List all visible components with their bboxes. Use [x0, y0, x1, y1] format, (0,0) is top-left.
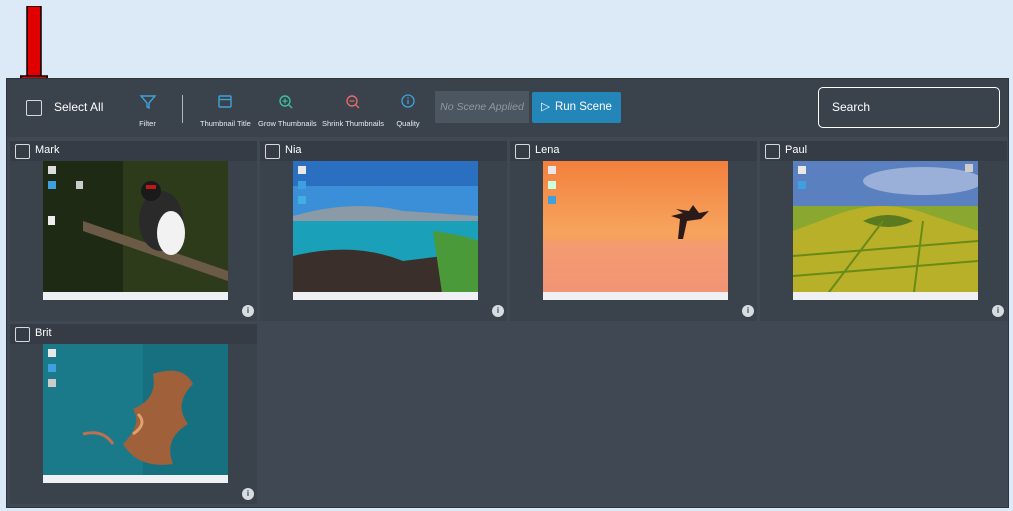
grow-thumbnails-label: Grow Thumbnails	[258, 119, 317, 128]
taskbar	[293, 292, 478, 300]
run-scene-button[interactable]: ▷ Run Scene	[532, 92, 621, 123]
select-all-checkbox[interactable]	[26, 100, 42, 116]
quality-button[interactable]: Quality	[396, 93, 420, 128]
run-scene-label: Run Scene	[554, 101, 612, 113]
taskbar	[43, 475, 228, 483]
shrink-thumbnails-button[interactable]: Shrink Thumbnails	[322, 93, 384, 128]
session-card[interactable]: Lena i	[510, 141, 757, 321]
card-info-icon[interactable]: i	[242, 488, 254, 500]
card-info-icon[interactable]: i	[242, 305, 254, 317]
shrink-thumbnails-label: Shrink Thumbnails	[322, 119, 384, 128]
desktop-thumbnail[interactable]	[543, 161, 728, 300]
card-name: Paul	[785, 144, 808, 156]
card-name: Brit	[35, 327, 52, 339]
toolbar: Select All Filter Thumbnail Title Grow T…	[7, 79, 1008, 137]
quality-label: Quality	[396, 119, 420, 128]
session-card[interactable]: Mark i	[10, 141, 257, 321]
card-info-icon[interactable]: i	[992, 305, 1004, 317]
session-card[interactable]: Nia i	[260, 141, 507, 321]
play-icon: ▷	[541, 101, 550, 113]
card-name: Nia	[285, 144, 302, 156]
card-name: Mark	[35, 144, 60, 156]
desktop-thumbnail[interactable]	[43, 344, 228, 483]
filter-button[interactable]: Filter	[137, 93, 158, 128]
desktop-thumbnail[interactable]	[43, 161, 228, 300]
select-all-label[interactable]: Select All	[54, 100, 103, 114]
toolbar-divider	[182, 95, 183, 123]
card-checkbox[interactable]	[15, 327, 30, 342]
card-checkbox[interactable]	[515, 144, 530, 159]
card-checkbox[interactable]	[765, 144, 780, 159]
card-checkbox[interactable]	[15, 144, 30, 159]
info-icon	[401, 94, 415, 108]
thumbnail-title-label: Thumbnail Title	[200, 119, 251, 128]
filter-icon	[139, 95, 157, 110]
zoom-out-icon	[346, 95, 360, 109]
desktop-thumbnail[interactable]	[293, 161, 478, 300]
card-info-icon[interactable]: i	[492, 305, 504, 317]
taskbar	[543, 292, 728, 300]
taskbar	[793, 292, 978, 300]
session-card[interactable]: Paul i	[760, 141, 1007, 321]
card-info-icon[interactable]: i	[742, 305, 754, 317]
card-name: Lena	[535, 144, 560, 156]
card-checkbox[interactable]	[265, 144, 280, 159]
window-icon	[218, 95, 232, 108]
session-panel: Select All Filter Thumbnail Title Grow T…	[6, 78, 1009, 508]
zoom-in-icon	[279, 95, 293, 109]
thumbnail-title-button[interactable]: Thumbnail Title	[200, 93, 251, 128]
scene-select[interactable]: No Scene Applied	[435, 91, 529, 123]
filter-label: Filter	[139, 119, 156, 128]
grow-thumbnails-button[interactable]: Grow Thumbnails	[258, 93, 317, 128]
search-input[interactable]: Search	[818, 87, 1000, 128]
session-card[interactable]: Brit i	[10, 324, 257, 504]
desktop-thumbnail[interactable]	[793, 161, 978, 300]
taskbar	[43, 292, 228, 300]
